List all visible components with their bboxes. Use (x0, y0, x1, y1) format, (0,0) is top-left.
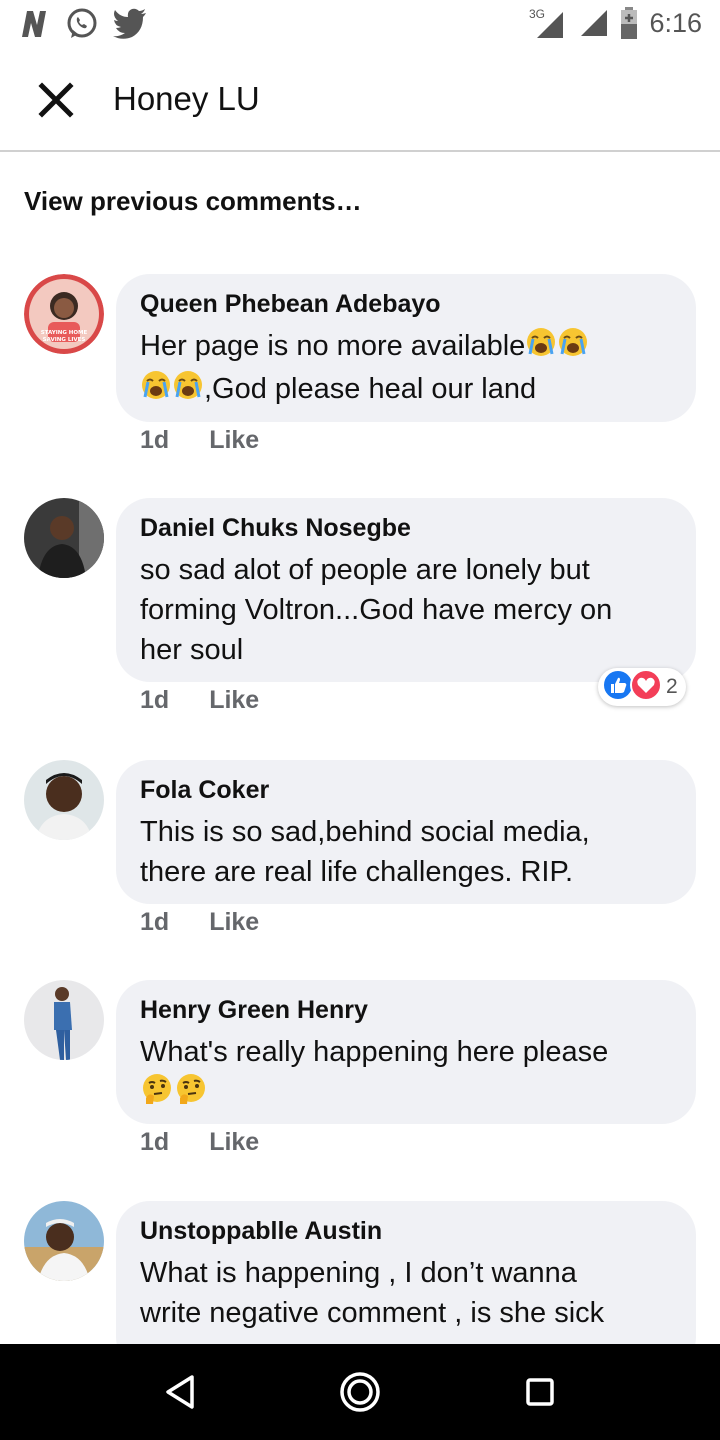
like-button[interactable]: Like (209, 426, 259, 455)
reaction-count: 2 (666, 675, 678, 698)
comment-text: Her page is no more available ,God pleas… (140, 326, 672, 412)
home-icon (340, 1372, 380, 1412)
recents-icon (526, 1378, 554, 1406)
comment-text-line-1: Her page is no more available (140, 330, 526, 363)
comment-text: What is happening , I don’t wanna write … (140, 1253, 672, 1333)
signal-icon (581, 10, 608, 36)
comment-author[interactable]: Unstoppablle Austin (140, 1215, 672, 1247)
view-previous-comments-link[interactable]: View previous comments… (24, 186, 362, 217)
reaction-summary[interactable]: 2 (598, 668, 686, 706)
comment-text: What's really happening here please (140, 1032, 672, 1117)
crying-face-icon (140, 369, 172, 412)
comment-emoji-line (140, 1072, 672, 1117)
love-reaction-icon (630, 668, 662, 706)
comment-bubble[interactable]: Daniel Chuks Nosegbe so sad alot of peop… (116, 498, 696, 682)
comment-text-line: there are real life challenges. RIP. (140, 856, 574, 888)
comment-author[interactable]: Fola Coker (140, 774, 672, 806)
comments-section: View previous comments… STAYING HOME SAV… (0, 152, 720, 1344)
comment-author[interactable]: Queen Phebean Adebayo (140, 288, 672, 320)
network-type: 3G (529, 7, 545, 21)
comment-text-line-2: ,God please heal our land (204, 373, 537, 406)
comment-meta: 1d Like (140, 1128, 259, 1157)
comment-bubble[interactable]: Unstoppablle Austin What is happening , … (116, 1201, 696, 1344)
comment-timestamp[interactable]: 1d (140, 686, 169, 715)
opera-news-icon (22, 11, 46, 37)
comment-meta: 1d Like (140, 426, 259, 455)
recents-button[interactable] (516, 1368, 564, 1416)
crying-face-icon (557, 326, 589, 369)
thinking-face-icon (174, 1072, 208, 1117)
system-icons: 3G 6:16 (529, 6, 702, 40)
comment-text: so sad alot of people are lonely but for… (140, 550, 672, 670)
status-bar: 3G 6:16 (0, 0, 720, 50)
comment-author[interactable]: Henry Green Henry (140, 994, 672, 1026)
avatar[interactable] (24, 760, 104, 840)
comment-text-line: What's really happening here please (140, 1036, 609, 1068)
page-header: Honey LU (0, 50, 720, 152)
avatar[interactable] (24, 980, 104, 1060)
clock: 6:16 (649, 7, 702, 38)
comment-text-line: forming Voltron...God have mercy on (140, 594, 613, 626)
comment-text-line: This is so sad,behind social media, (140, 816, 590, 848)
crying-face-icon (172, 369, 204, 412)
comment-text: This is so sad,behind social media, ther… (140, 812, 672, 892)
comment-author[interactable]: Daniel Chuks Nosegbe (140, 512, 672, 544)
thinking-face-icon (140, 1072, 174, 1117)
navigation-bar (0, 1344, 720, 1440)
like-button[interactable]: Like (209, 908, 259, 937)
comment-bubble[interactable]: Henry Green Henry What's really happenin… (116, 980, 696, 1124)
like-button[interactable]: Like (209, 686, 259, 715)
comment-timestamp[interactable]: 1d (140, 908, 169, 937)
comment-meta: 1d Like (140, 686, 259, 715)
crying-face-icon (525, 326, 557, 369)
back-button[interactable] (156, 1368, 204, 1416)
notification-icons (18, 6, 148, 42)
comment-text-line: write negative comment , is she sick (140, 1297, 605, 1329)
comment-bubble[interactable]: Queen Phebean Adebayo Her page is no mor… (116, 274, 696, 422)
close-button[interactable] (30, 74, 82, 126)
battery-icon (621, 7, 638, 39)
comment-meta: 1d Like (140, 908, 259, 937)
avatar[interactable] (24, 498, 104, 578)
close-icon (38, 82, 74, 118)
avatar-caption-2: SAVING LIVES (43, 337, 86, 343)
comment-text-line: so sad alot of people are lonely but (140, 554, 590, 586)
avatar[interactable] (24, 1201, 104, 1281)
whatsapp-icon (67, 8, 97, 38)
comment-timestamp[interactable]: 1d (140, 426, 169, 455)
avatar-caption-1: STAYING HOME (41, 330, 88, 336)
avatar[interactable]: STAYING HOME SAVING LIVES (24, 274, 104, 354)
back-icon (166, 1375, 194, 1409)
page-title: Honey LU (113, 80, 260, 117)
like-button[interactable]: Like (209, 1128, 259, 1157)
comment-timestamp[interactable]: 1d (140, 1128, 169, 1157)
home-button[interactable] (336, 1368, 384, 1416)
comment-text-line: What is happening , I don’t wanna (140, 1257, 577, 1289)
twitter-icon (113, 8, 146, 39)
comment-bubble[interactable]: Fola Coker This is so sad,behind social … (116, 760, 696, 904)
comment-text-line: her soul (140, 634, 244, 666)
signal-3g-icon: 3G (529, 7, 564, 38)
